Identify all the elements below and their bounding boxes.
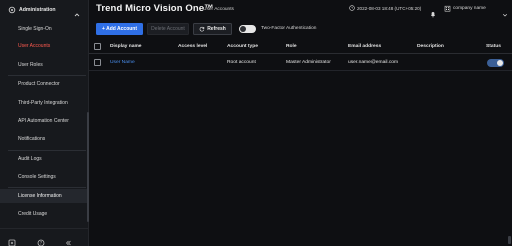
chevron-up-icon[interactable] [73,6,81,17]
datetime-text: 2022-08-03 18:48 (UTC+05:20) [357,5,422,11]
brand-title: Trend Micro Vision One™ [96,3,214,14]
sidebar: Administration Single Sign-On User Accou… [0,0,89,246]
sidebar-item-third-party-integration[interactable]: Third-Party Integration [0,96,89,110]
sidebar-item-product-connector[interactable]: Product Connector [0,77,89,91]
column-header-access-level[interactable]: Access level [178,44,207,49]
sidebar-item-notifications[interactable]: Notifications [0,132,89,146]
sidebar-item-api-automation-center[interactable]: API Automation Center [0,114,89,128]
chevron-down-icon[interactable] [502,5,508,17]
sidebar-header-label: Administration [19,7,56,13]
svg-text:?: ? [40,241,43,246]
refresh-button[interactable]: Refresh [193,23,232,35]
role-cell: Master Administrator [286,60,331,65]
sidebar-divider [8,187,86,188]
toggle-knob [240,26,246,32]
table-header: Display name Access level Account type R… [89,40,512,54]
sidebar-item-console-settings[interactable]: Console Settings [0,170,89,184]
page-breadcrumb: User Accounts [203,7,234,12]
column-header-email-address[interactable]: Email address [348,44,381,49]
email-cell: user.name@email.com [348,60,399,65]
sidebar-item-audit-logs[interactable]: Audit Logs [0,152,89,166]
sidebar-header-administration[interactable]: Administration [0,0,89,20]
column-header-display-name[interactable]: Display name [110,44,142,49]
app-window: Administration Single Sign-On User Accou… [0,0,512,246]
add-account-button[interactable]: + Add Account [96,23,143,35]
help-icon[interactable]: ? [37,234,45,246]
delete-account-button[interactable]: Delete Account [147,23,189,35]
row-checkbox[interactable] [94,59,101,66]
table-row[interactable]: User Name Root account Master Administra… [89,55,512,71]
sidebar-item-single-sign-on[interactable]: Single Sign-On [0,22,89,36]
toggle-knob [497,60,503,66]
select-all-checkbox[interactable] [94,43,101,50]
sidebar-item-credit-usage[interactable]: Credit Usage [0,207,89,221]
two-factor-label: Two-Factor Authentication [261,26,317,31]
gear-icon [8,6,16,14]
bell-icon[interactable] [429,5,437,18]
footer-app-icon[interactable] [8,234,16,246]
refresh-label: Refresh [207,26,226,32]
account-name: company name [453,6,486,11]
sidebar-footer: ? [0,228,89,246]
sidebar-scrollbar[interactable] [87,112,89,222]
refresh-icon [199,26,205,32]
sidebar-divider [8,150,86,151]
account-menu[interactable]: company name [444,5,486,12]
clock-icon [349,5,355,11]
main-scrollbar[interactable] [508,236,511,244]
collapse-sidebar-icon[interactable] [64,234,72,246]
column-header-status[interactable]: Status [486,44,501,49]
column-header-role[interactable]: Role [286,44,297,49]
two-factor-toggle[interactable] [239,25,256,33]
account-type-cell: Root account [227,60,256,65]
sidebar-item-user-accounts[interactable]: User Accounts [0,39,89,53]
toolbar: + Add Account Delete Account Refresh Two… [89,22,512,38]
status-toggle[interactable] [487,59,504,67]
datetime-display[interactable]: 2022-08-03 18:48 (UTC+05:20) [349,5,421,11]
column-header-description[interactable]: Description [417,44,444,49]
display-name-link[interactable]: User Name [110,60,135,65]
top-bar: Trend Micro Vision One™ User Accounts 20… [89,0,512,20]
sidebar-divider [8,75,86,76]
building-icon [444,5,451,12]
sidebar-item-user-roles[interactable]: User Roles [0,58,89,72]
sidebar-item-license-information[interactable]: License Information [0,189,89,203]
column-header-account-type[interactable]: Account type [227,44,258,49]
